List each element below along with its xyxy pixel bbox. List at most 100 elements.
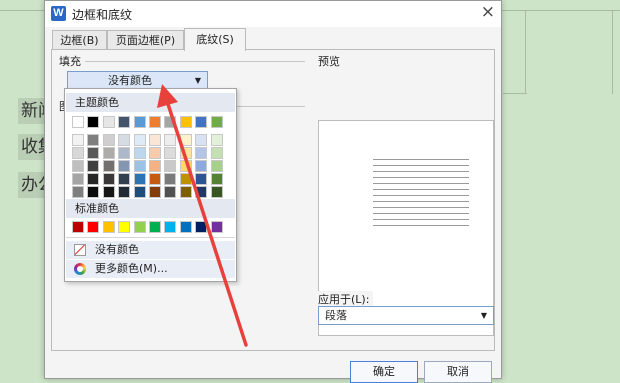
theme-shade-swatch[interactable]: [103, 186, 115, 198]
theme-shade-swatch[interactable]: [134, 134, 146, 146]
theme-shade-swatch[interactable]: [180, 160, 192, 172]
theme-shade-swatch[interactable]: [72, 173, 84, 185]
tab-borders[interactable]: 边框(B): [52, 30, 107, 50]
theme-shade-swatch[interactable]: [103, 160, 115, 172]
theme-shade-swatch[interactable]: [195, 173, 207, 185]
theme-shade-swatch[interactable]: [149, 186, 161, 198]
preview-line: [373, 177, 469, 178]
theme-shade-swatch[interactable]: [211, 147, 223, 159]
theme-shade-swatch[interactable]: [149, 134, 161, 146]
theme-shade-swatch[interactable]: [164, 160, 176, 172]
theme-color-swatch[interactable]: [180, 116, 192, 128]
theme-shade-swatch[interactable]: [118, 160, 130, 172]
theme-shade-swatch[interactable]: [118, 173, 130, 185]
theme-shade-swatch[interactable]: [72, 147, 84, 159]
standard-color-swatch[interactable]: [211, 221, 223, 233]
preview-line: [373, 207, 469, 208]
theme-shade-swatch[interactable]: [211, 134, 223, 146]
theme-shade-swatch[interactable]: [180, 186, 192, 198]
theme-shade-swatch[interactable]: [180, 147, 192, 159]
more-colors-label: 更多颜色(M)...: [95, 262, 168, 275]
theme-shade-swatch[interactable]: [134, 186, 146, 198]
theme-shade-swatch[interactable]: [87, 173, 99, 185]
theme-shade-swatch[interactable]: [180, 134, 192, 146]
theme-shade-swatch[interactable]: [103, 134, 115, 146]
theme-color-swatch[interactable]: [164, 116, 176, 128]
theme-shade-swatch[interactable]: [164, 134, 176, 146]
theme-shade-swatch[interactable]: [118, 134, 130, 146]
standard-color-swatch[interactable]: [103, 221, 115, 233]
theme-shade-swatch[interactable]: [195, 186, 207, 198]
theme-shade-swatch[interactable]: [195, 134, 207, 146]
theme-color-swatch[interactable]: [72, 116, 84, 128]
theme-shade-swatch[interactable]: [87, 186, 99, 198]
apply-to-dropdown[interactable]: 段落 ▼: [318, 306, 494, 325]
close-icon[interactable]: ×: [481, 2, 495, 22]
preview-label: 预览: [318, 53, 344, 69]
preview-line: [373, 225, 469, 226]
dialog-title: 边框和底纹: [72, 8, 133, 22]
no-color-option[interactable]: 没有颜色: [66, 241, 235, 259]
theme-shade-swatch[interactable]: [195, 160, 207, 172]
theme-color-swatch[interactable]: [103, 116, 115, 128]
theme-shade-swatch[interactable]: [87, 134, 99, 146]
theme-shade-swatch[interactable]: [118, 186, 130, 198]
standard-color-swatch[interactable]: [180, 221, 192, 233]
theme-shade-swatch[interactable]: [134, 173, 146, 185]
preview-line: [373, 159, 469, 160]
theme-color-swatch[interactable]: [211, 116, 223, 128]
standard-color-swatch[interactable]: [149, 221, 161, 233]
theme-color-swatch[interactable]: [87, 116, 99, 128]
preview-line: [373, 201, 469, 202]
theme-shade-swatch[interactable]: [180, 173, 192, 185]
theme-shade-swatch[interactable]: [87, 160, 99, 172]
theme-shade-swatch[interactable]: [164, 186, 176, 198]
theme-shade-swatch[interactable]: [118, 147, 130, 159]
theme-shade-swatch[interactable]: [164, 147, 176, 159]
ok-button[interactable]: 确定: [350, 361, 418, 383]
theme-shade-swatch[interactable]: [195, 147, 207, 159]
standard-color-swatch[interactable]: [164, 221, 176, 233]
apply-to-label: 应用于(L):: [318, 291, 374, 307]
standard-color-swatch[interactable]: [195, 221, 207, 233]
cancel-button[interactable]: 取消: [424, 361, 492, 383]
theme-colors-header: 主题颜色: [66, 93, 235, 112]
preview-line: [373, 195, 469, 196]
tab-shading[interactable]: 底纹(S): [184, 28, 246, 51]
no-color-label: 没有颜色: [95, 243, 139, 256]
theme-shade-swatch[interactable]: [149, 173, 161, 185]
color-wheel-icon: [74, 263, 86, 275]
theme-shade-swatch[interactable]: [72, 134, 84, 146]
theme-shade-swatch[interactable]: [149, 160, 161, 172]
theme-shade-swatch[interactable]: [211, 186, 223, 198]
theme-shade-swatch[interactable]: [164, 173, 176, 185]
theme-shade-swatch[interactable]: [134, 147, 146, 159]
theme-shade-swatch[interactable]: [149, 147, 161, 159]
theme-shade-swatch[interactable]: [103, 147, 115, 159]
popup-divider: [66, 237, 235, 238]
theme-color-swatch[interactable]: [195, 116, 207, 128]
theme-shade-swatch[interactable]: [72, 186, 84, 198]
apply-to-value: 段落: [325, 309, 347, 322]
theme-shade-swatch[interactable]: [134, 160, 146, 172]
theme-shade-swatch[interactable]: [103, 173, 115, 185]
theme-shade-swatch[interactable]: [211, 173, 223, 185]
theme-shade-swatch[interactable]: [211, 160, 223, 172]
preview-line: [373, 189, 469, 190]
dialog-titlebar: W 边框和底纹 ×: [45, 1, 501, 27]
more-colors-option[interactable]: 更多颜色(M)...: [66, 260, 235, 278]
theme-color-swatch[interactable]: [134, 116, 146, 128]
standard-color-swatch[interactable]: [118, 221, 130, 233]
standard-color-swatch[interactable]: [134, 221, 146, 233]
tab-page-borders[interactable]: 页面边框(P): [107, 30, 184, 50]
color-picker-popup: 主题颜色 标准颜色 没有颜色 更多颜色(M)...: [64, 88, 237, 282]
theme-color-swatch[interactable]: [149, 116, 161, 128]
theme-shade-swatch[interactable]: [72, 160, 84, 172]
standard-color-swatch[interactable]: [87, 221, 99, 233]
theme-color-swatch[interactable]: [118, 116, 130, 128]
ruler-line-right: [503, 93, 527, 94]
standard-colors-header: 标准颜色: [66, 199, 235, 218]
theme-shade-swatch[interactable]: [87, 147, 99, 159]
ruler-line-vertical: [525, 10, 526, 94]
standard-color-swatch[interactable]: [72, 221, 84, 233]
